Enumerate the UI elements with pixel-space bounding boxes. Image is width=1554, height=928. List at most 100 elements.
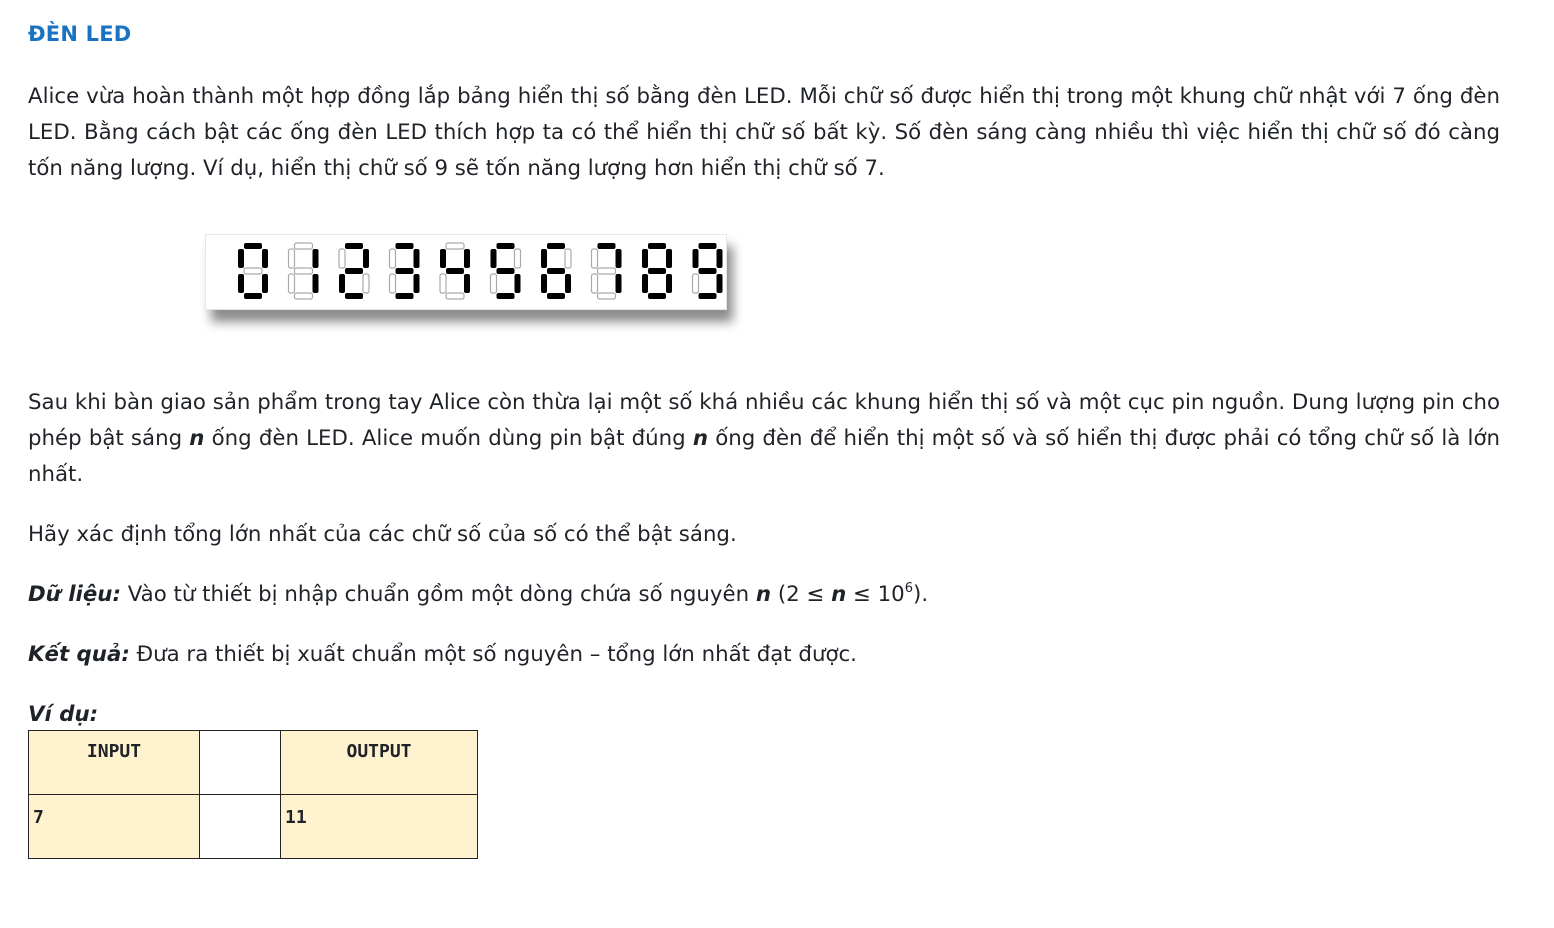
segment-f xyxy=(238,249,244,268)
blank-header xyxy=(199,730,281,795)
segment-a xyxy=(547,243,565,249)
output-spec: Kết quả: Đưa ra thiết bị xuất chuẩn một … xyxy=(28,642,857,667)
segment-a xyxy=(345,243,363,249)
segment-a xyxy=(597,243,616,249)
segment-e xyxy=(238,274,244,293)
led-digit-7 xyxy=(590,243,622,300)
segment-g xyxy=(547,268,565,274)
table-header-row: INPUT OUTPUT xyxy=(28,730,478,795)
segment-b xyxy=(464,249,470,268)
constraint-paragraph: Sau khi bàn giao sản phẩm trong tay Alic… xyxy=(28,390,1500,487)
segment-f xyxy=(590,248,599,269)
segment-b xyxy=(363,249,369,268)
segment-e xyxy=(388,273,397,294)
led-digit-5 xyxy=(489,243,522,299)
led-digit-4 xyxy=(439,242,470,300)
variable-n: n xyxy=(755,582,772,607)
exponent: 6 xyxy=(904,581,914,596)
segment-f xyxy=(287,248,296,269)
segment-d xyxy=(293,292,314,300)
segment-g xyxy=(293,267,314,275)
segment-b xyxy=(564,248,572,269)
input-label: Dữ liệu: xyxy=(28,582,121,607)
segment-d xyxy=(345,293,363,299)
segment-f xyxy=(388,248,397,269)
task-paragraph: Hãy xác định tổng lớn nhất của các chữ s… xyxy=(28,522,737,547)
segment-c xyxy=(666,274,672,293)
segment-d xyxy=(698,293,717,299)
input-spec: Dữ liệu: Vào từ thiết bị nhập chuẩn gồm … xyxy=(28,581,929,607)
segment-g xyxy=(395,268,414,274)
segment-f xyxy=(490,249,497,268)
segment-b xyxy=(413,249,420,268)
led-digit-0 xyxy=(238,243,268,299)
intro-paragraph: Alice vừa hoàn thành một hợp đồng lắp bả… xyxy=(28,84,1500,181)
segment-d xyxy=(496,293,515,299)
seven-segment-digits xyxy=(238,242,723,300)
segment-a xyxy=(698,243,717,249)
segment-c xyxy=(262,274,268,293)
segment-g xyxy=(596,267,617,275)
segment-e xyxy=(287,273,296,294)
segment-c xyxy=(565,274,571,293)
led-digit-6 xyxy=(541,243,572,299)
led-digit-illustration xyxy=(205,234,727,310)
segment-e xyxy=(691,273,700,294)
led-digit-3 xyxy=(388,243,420,299)
segment-g xyxy=(648,268,666,274)
blank-cell xyxy=(199,794,281,859)
segment-c xyxy=(716,274,723,293)
input-header: INPUT xyxy=(28,730,200,795)
segment-d xyxy=(445,292,465,300)
led-digit-8 xyxy=(642,243,672,299)
segment-a xyxy=(293,242,314,250)
segment-e xyxy=(541,274,547,293)
segment-a xyxy=(648,243,666,249)
segment-e xyxy=(439,273,447,294)
variable-n: n xyxy=(189,426,205,451)
segment-c xyxy=(514,274,521,293)
segment-c xyxy=(413,274,420,293)
sample-table: INPUT OUTPUT 7 11 xyxy=(28,730,478,859)
segment-e xyxy=(339,274,345,293)
output-label: Kết quả: xyxy=(28,642,130,667)
segment-d xyxy=(244,293,262,299)
input-cell: 7 xyxy=(28,794,200,859)
table-row: 7 11 xyxy=(28,794,478,859)
segment-g xyxy=(446,268,464,274)
segment-d xyxy=(596,292,617,300)
segment-f xyxy=(692,249,699,268)
segment-f xyxy=(642,249,648,268)
segment-d xyxy=(547,293,565,299)
segment-a xyxy=(445,242,465,250)
segment-b xyxy=(513,248,522,269)
segment-g xyxy=(496,268,515,274)
example-heading: Ví dụ: xyxy=(28,702,99,727)
segment-c xyxy=(615,274,622,293)
segment-g xyxy=(243,267,263,275)
segment-c xyxy=(312,274,319,293)
segment-b xyxy=(262,249,268,268)
led-digit-2 xyxy=(338,243,370,299)
segment-b xyxy=(615,249,622,268)
variable-n: n xyxy=(692,426,709,451)
segment-a xyxy=(244,243,262,249)
segment-d xyxy=(395,293,414,299)
segment-b xyxy=(666,249,672,268)
segment-a xyxy=(395,243,414,249)
segment-e xyxy=(489,273,498,294)
variable-n: n xyxy=(831,582,847,607)
segment-b xyxy=(716,249,723,268)
segment-d xyxy=(648,293,666,299)
led-digit-1 xyxy=(287,242,319,300)
segment-f xyxy=(338,248,346,269)
led-digit-9 xyxy=(691,243,723,299)
problem-title: ĐÈN LED xyxy=(28,22,132,46)
segment-g xyxy=(345,268,363,274)
segment-f xyxy=(541,249,547,268)
segment-c xyxy=(464,274,470,293)
segment-c xyxy=(362,273,370,294)
segment-a xyxy=(496,243,515,249)
segment-f xyxy=(440,249,446,268)
segment-e xyxy=(590,273,599,294)
